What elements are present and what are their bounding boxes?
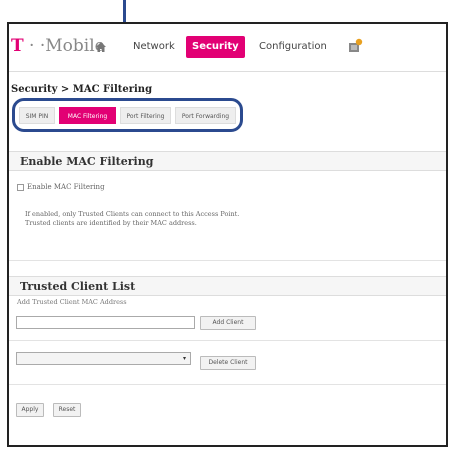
trusted-client-section-title: Trusted Client List [9, 276, 446, 296]
logo-text: · ·Mobile [23, 36, 105, 56]
add-client-button[interactable]: Add Client [200, 316, 256, 330]
breadcrumb: Security > MAC Filtering [11, 84, 153, 95]
delete-client-button[interactable]: Delete Client [200, 356, 256, 370]
mac-address-input[interactable] [16, 316, 195, 329]
mac-filtering-info: If enabled, only Trusted Clients can con… [25, 210, 405, 228]
top-navigation-bar: T · ·Mobile Network Security Configurati… [9, 24, 446, 72]
tab-mac-filtering[interactable]: MAC Filtering [59, 107, 116, 124]
tmobile-logo[interactable]: T · ·Mobile [11, 36, 105, 56]
enable-mac-filtering-label: Enable MAC Filtering [27, 183, 105, 191]
nav-network[interactable]: Network [127, 36, 181, 58]
add-mac-address-label: Add Trusted Client MAC Address [17, 298, 127, 306]
nav-security[interactable]: Security [186, 36, 245, 58]
tab-sim-pin[interactable]: SIM PIN [19, 107, 55, 124]
reset-button[interactable]: Reset [53, 403, 81, 417]
apply-button[interactable]: Apply [16, 403, 44, 417]
info-line-1: If enabled, only Trusted Clients can con… [25, 210, 240, 218]
trusted-client-select[interactable]: ▾ [16, 352, 191, 365]
nav-configuration[interactable]: Configuration [253, 36, 333, 58]
enable-mac-filtering-checkbox[interactable] [17, 183, 24, 191]
router-admin-window: T · ·Mobile Network Security Configurati… [7, 22, 448, 447]
mac-filtering-section-title: Enable MAC Filtering [9, 151, 446, 171]
section-divider [9, 384, 446, 385]
tab-port-forwarding[interactable]: Port Forwarding [175, 107, 236, 124]
logo-t: T [11, 36, 24, 56]
enable-mac-filtering-row[interactable]: Enable MAC Filtering [17, 182, 105, 192]
dropdown-arrow-icon: ▾ [182, 355, 186, 362]
section-divider [9, 260, 446, 261]
notification-icon[interactable] [348, 38, 364, 54]
home-icon[interactable] [95, 41, 107, 53]
info-line-2: Trusted clients are identified by their … [25, 219, 197, 227]
tab-port-filtering[interactable]: Port Filtering [120, 107, 171, 124]
section-divider [9, 340, 446, 341]
